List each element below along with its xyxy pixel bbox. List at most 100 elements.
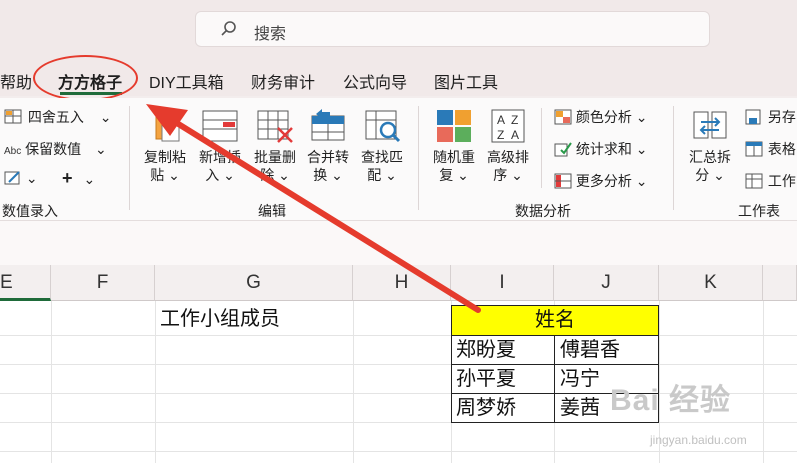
group-label-data-analysis: 数据分析 <box>515 203 571 219</box>
column-header-l[interactable] <box>763 265 797 301</box>
cell-g1[interactable]: 工作小组成员 <box>160 305 280 334</box>
plus-label: + <box>62 168 73 188</box>
advanced-sort-label-2: 序 <box>493 167 508 183</box>
work-label: 工作 <box>767 173 796 189</box>
annotation-circle <box>33 55 138 101</box>
tab-formula-wizard[interactable]: 公式向导 <box>343 69 407 93</box>
color-analysis-icon <box>554 109 572 125</box>
merge-convert-button[interactable]: 合并转 换 ⌄ <box>303 108 353 184</box>
tab-help[interactable]: 帮助 <box>0 69 32 93</box>
worksheet-icon <box>745 173 763 189</box>
grid-line <box>0 422 797 423</box>
search-box[interactable]: 搜索 <box>195 11 710 47</box>
cell-i4[interactable]: 周梦娇 <box>451 393 555 423</box>
chevron-down-icon: ⌄ <box>83 171 96 187</box>
column-header-e[interactable]: E <box>0 265 51 301</box>
cell-i3[interactable]: 孙平夏 <box>451 364 555 394</box>
random-repeat-icon <box>437 110 471 142</box>
chevron-down-icon: ⌄ <box>25 170 38 186</box>
round-label: 四舍五入 <box>27 109 84 125</box>
table-icon <box>745 141 763 157</box>
plus-button[interactable]: + ⌄ <box>62 168 95 189</box>
baidu-watermark: Bai 经验 <box>610 384 732 417</box>
svg-text:Z: Z <box>511 113 518 127</box>
random-repeat-button[interactable]: 随机重 复 ⌄ <box>430 108 478 184</box>
chevron-down-icon: ⌄ <box>713 167 725 183</box>
keep-value-button[interactable]: Abc 保留数值 ⌄ <box>4 139 107 159</box>
cell-i2[interactable]: 郑盼夏 <box>451 335 555 365</box>
grid-line <box>0 335 797 336</box>
group-separator <box>129 106 130 210</box>
grid-line <box>353 301 354 463</box>
add-insert-button[interactable]: 新增插 入 ⌄ <box>195 108 245 184</box>
summary-split-label-2: 分 <box>695 167 710 183</box>
chevron-down-icon: ⌄ <box>457 167 469 183</box>
find-match-icon <box>365 110 401 143</box>
work-button[interactable]: 工作 <box>744 171 796 191</box>
find-match-label-1: 查找匹 <box>361 149 403 165</box>
svg-text:A: A <box>511 128 519 142</box>
stat-sum-label: 统计求和 <box>575 141 632 157</box>
column-header-label: F <box>96 272 109 293</box>
advanced-sort-label-1: 高级排 <box>487 149 529 165</box>
column-header-label: E <box>0 272 13 293</box>
batch-delete-label-2: 除 <box>260 167 275 183</box>
merge-convert-label-1: 合并转 <box>307 149 349 165</box>
chevron-down-icon: ⌄ <box>635 141 648 157</box>
random-repeat-label-1: 随机重 <box>433 149 475 165</box>
ribbon: 四舍五入 ⌄ Abc 保留数值 ⌄ ⌄ + ⌄ 数值录入 复制粘 贴 ⌄ 新增插… <box>0 98 797 221</box>
column-header-label: J <box>601 272 611 293</box>
tab-diy-toolbox[interactable]: DIY工具箱 <box>149 69 224 93</box>
round-icon <box>4 109 22 124</box>
column-header-i[interactable]: I <box>451 265 554 301</box>
summary-split-button[interactable]: 汇总拆 分 ⌄ <box>686 108 734 184</box>
stat-sum-button[interactable]: 统计求和 ⌄ <box>554 139 648 159</box>
color-analysis-label: 颜色分析 <box>575 109 632 125</box>
chevron-down-icon: ⌄ <box>635 109 648 125</box>
summary-split-icon <box>693 111 727 139</box>
table-button[interactable]: 表格 <box>744 139 796 159</box>
more-analysis-label: 更多分析 <box>575 173 632 189</box>
copy-paste-button[interactable]: 复制粘 贴 ⌄ <box>141 108 189 184</box>
cell-j2[interactable]: 傅碧香 <box>554 335 659 365</box>
formula-bar-area <box>0 221 797 265</box>
column-header-label: H <box>394 272 409 293</box>
grid-line <box>0 451 797 452</box>
group-label-edit: 编辑 <box>258 203 286 219</box>
group-separator <box>673 106 674 210</box>
column-header-f[interactable]: F <box>51 265 155 301</box>
column-header-g[interactable]: G <box>155 265 353 301</box>
chevron-down-icon: ⌄ <box>511 167 523 183</box>
chevron-down-icon: ⌄ <box>635 173 648 189</box>
find-match-label-2: 配 <box>367 167 382 183</box>
grid-line <box>763 301 764 463</box>
more-analysis-button[interactable]: 更多分析 ⌄ <box>554 171 648 191</box>
add-insert-label-1: 新增插 <box>199 149 241 165</box>
copy-paste-label-1: 复制粘 <box>144 149 186 165</box>
batch-delete-icon <box>257 110 293 143</box>
column-header-h[interactable]: H <box>353 265 451 301</box>
column-header-j[interactable]: J <box>554 265 659 301</box>
group-label-worksheet: 工作表 <box>738 203 780 219</box>
round-button[interactable]: 四舍五入 ⌄ <box>4 107 112 127</box>
column-header-k[interactable]: K <box>659 265 763 301</box>
svg-text:Z: Z <box>497 128 504 142</box>
save-as-button[interactable]: 另存 <box>744 107 796 127</box>
chevron-down-icon: ⌄ <box>385 167 397 183</box>
cell-header-name[interactable]: 姓名 <box>451 305 659 336</box>
save-as-icon <box>745 109 761 125</box>
color-analysis-button[interactable]: 颜色分析 ⌄ <box>554 107 648 127</box>
table-label: 表格 <box>767 141 796 157</box>
batch-delete-button[interactable]: 批量删 除 ⌄ <box>250 108 300 184</box>
keep-value-label: 保留数值 <box>25 141 82 157</box>
advanced-sort-button[interactable]: A Z Z A 高级排 序 ⌄ <box>483 108 533 184</box>
batch-delete-label-1: 批量删 <box>254 149 296 165</box>
edit-entry-button[interactable]: ⌄ <box>4 170 38 187</box>
tab-picture-tools[interactable]: 图片工具 <box>434 69 498 93</box>
find-match-button[interactable]: 查找匹 配 ⌄ <box>357 108 407 184</box>
tab-finance-audit[interactable]: 财务审计 <box>251 69 315 93</box>
search-icon <box>221 21 236 36</box>
edit-cell-icon <box>4 171 20 185</box>
add-insert-icon <box>202 110 238 142</box>
column-header-label: G <box>246 272 261 293</box>
